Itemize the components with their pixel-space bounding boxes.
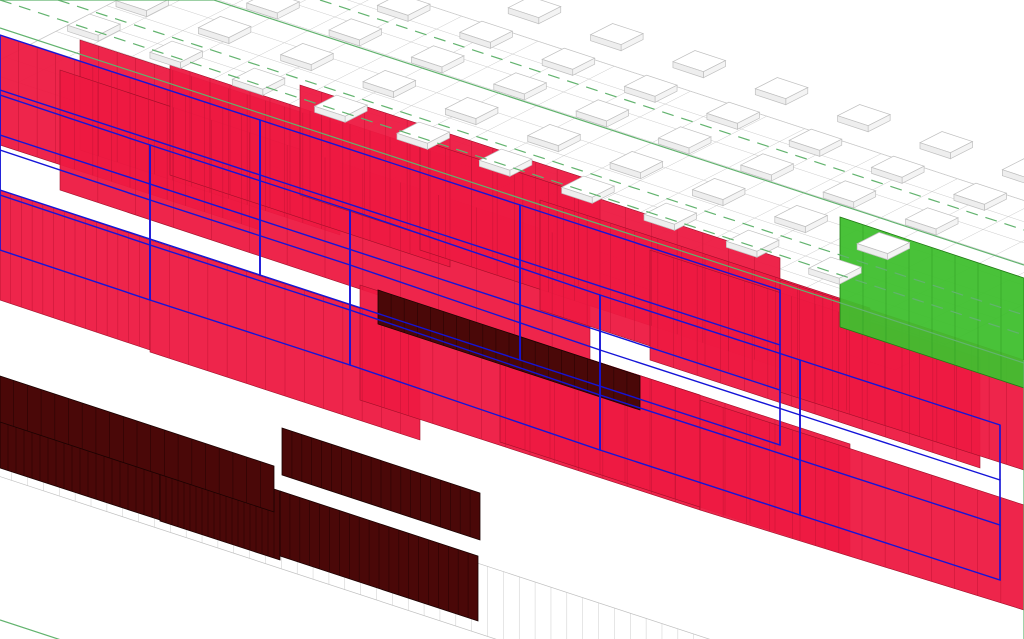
bim-3d-viewport[interactable] — [0, 0, 1024, 639]
axonometric-scene[interactable] — [0, 0, 1024, 639]
